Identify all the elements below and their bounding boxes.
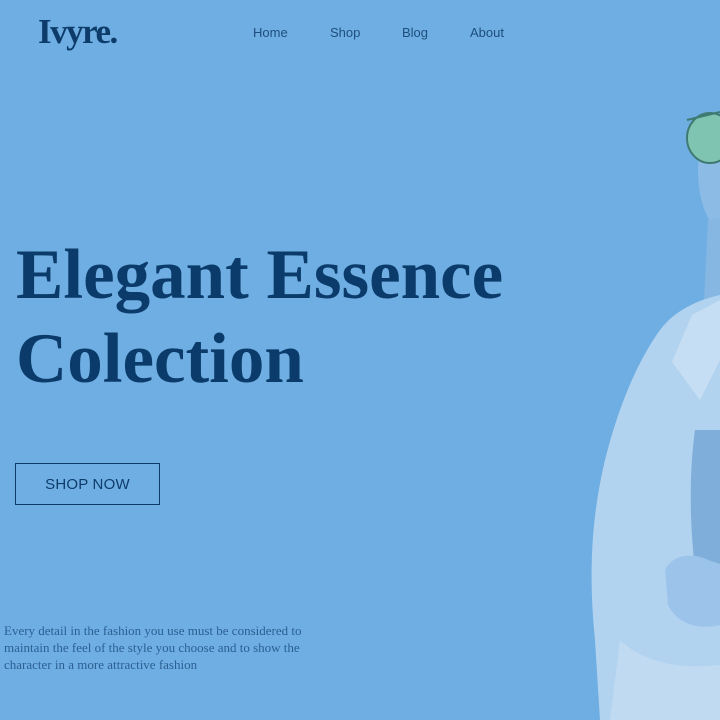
- shop-now-button[interactable]: SHOP NOW: [15, 463, 160, 505]
- hero-title-line-2: Colection: [16, 320, 304, 398]
- hero-title-line-1: Elegant Essence: [16, 236, 504, 314]
- nav-item-home[interactable]: Home: [253, 24, 288, 42]
- sunglasses-icon: [686, 111, 720, 164]
- brand-logo[interactable]: Ivyre.: [38, 10, 118, 54]
- hero-title: Elegant Essence Colection: [16, 233, 503, 401]
- nav-item-about[interactable]: About: [470, 24, 504, 42]
- hero-description: Every detail in the fashion you use must…: [4, 623, 302, 672]
- model-neck: [704, 218, 720, 305]
- hero-model-image: [591, 111, 720, 720]
- nav-item-shop[interactable]: Shop: [330, 24, 360, 42]
- nav-item-blog[interactable]: Blog: [402, 24, 428, 42]
